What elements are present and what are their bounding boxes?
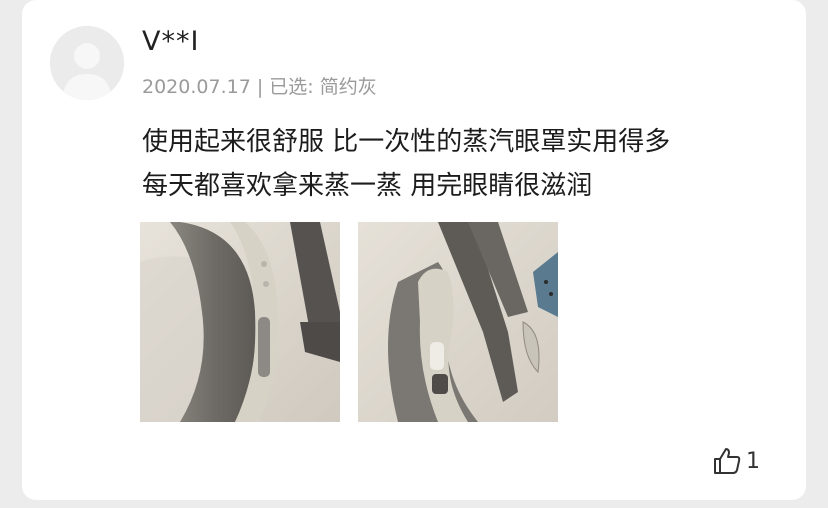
review-photo-1[interactable] [140, 222, 340, 422]
like-button[interactable]: 1 [712, 446, 760, 476]
review-text-line: 使用起来很舒服 比一次性的蒸汽眼罩实用得多 [142, 127, 671, 157]
username: V**I [142, 26, 200, 57]
thumbs-up-icon [714, 448, 741, 474]
avatar[interactable] [50, 26, 124, 100]
review-text: 使用起来很舒服 比一次性的蒸汽眼罩实用得多 每天都喜欢拿来蒸一蒸 用完眼睛很滋润 [142, 120, 782, 208]
review-meta: 2020.07.17 | 已选: 简约灰 [142, 76, 377, 98]
eye-mask-photo-image [358, 222, 558, 422]
default-avatar-icon [50, 26, 124, 100]
review-text-line: 每天都喜欢拿来蒸一蒸 用完眼睛很滋润 [142, 171, 593, 201]
review-card: V**I 2020.07.17 | 已选: 简约灰 使用起来很舒服 比一次性的蒸… [22, 0, 806, 500]
review-photo-2[interactable] [358, 222, 558, 422]
eye-mask-photo-image [140, 222, 340, 422]
like-count: 1 [746, 448, 760, 474]
